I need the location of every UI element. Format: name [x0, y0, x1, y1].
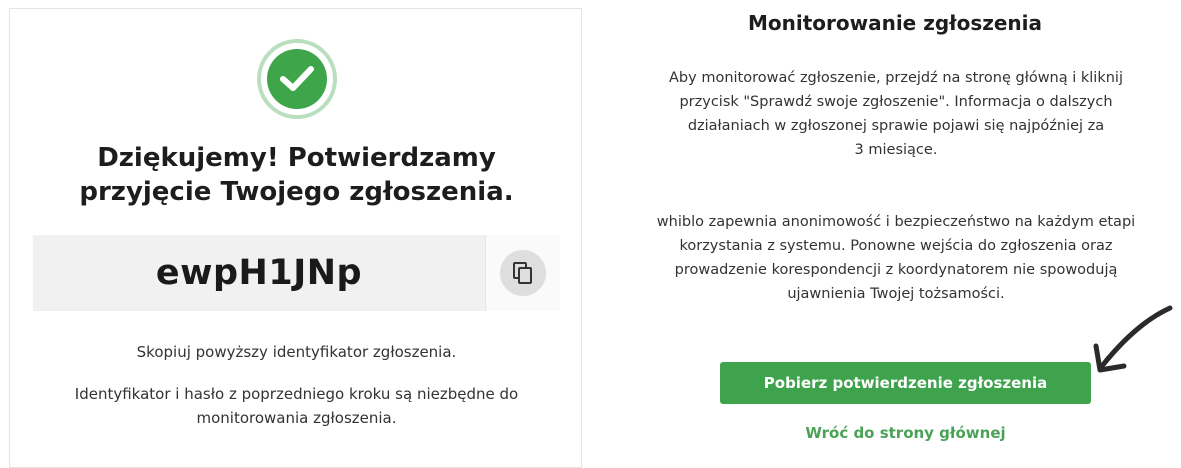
heading-line-2: przyjęcie Twojego zgłoszenia.	[79, 177, 514, 207]
report-id-box: ewpH1JNp	[33, 235, 560, 311]
anonymity-line-3: prowadzenie korespondencji z koordynator…	[674, 262, 1118, 278]
instructions-line-2: przycisk "Sprawdź swoje zgłoszenie". Inf…	[679, 94, 1113, 110]
instructions-line-1: Aby monitorować zgłoszenie, przejdź na s…	[669, 70, 1123, 86]
success-check-icon	[257, 39, 337, 119]
monitoring-title: Monitorowanie zgłoszenia	[747, 11, 1043, 35]
report-id[interactable]: ewpH1JNp	[33, 235, 485, 311]
anonymity-line-1: whiblo zapewnia anonimowość i bezpieczeń…	[656, 214, 1136, 230]
monitoring-instructions: Aby monitorować zgłoszenie, przejdź na s…	[632, 66, 1160, 162]
copy-button[interactable]	[500, 250, 546, 296]
back-to-home-link[interactable]: Wróć do strony głównej	[720, 424, 1091, 442]
hand-drawn-arrow-icon	[1093, 305, 1173, 373]
confirmation-heading: Dziękujemy! Potwierdzamy przyjęcie Twoje…	[10, 141, 583, 209]
note-line-1: Identyfikator i hasło z poprzedniego kro…	[74, 385, 519, 403]
download-confirmation-button[interactable]: Pobierz potwierdzenie zgłoszenia	[720, 362, 1091, 404]
copy-icon	[513, 262, 532, 284]
note-line-2: monitorowania zgłoszenia.	[196, 409, 397, 427]
instructions-line-3: działaniach w zgłoszonej sprawie pojawi …	[687, 118, 1105, 134]
copy-area	[485, 235, 560, 311]
anonymity-info: whiblo zapewnia anonimowość i bezpieczeń…	[612, 210, 1180, 306]
anonymity-line-2: korzystania z systemu. Ponowne wejścia d…	[679, 238, 1113, 254]
credentials-note: Identyfikator i hasło z poprzedniego kro…	[10, 382, 583, 430]
copy-hint: Skopiuj powyższy identyfikator zgłoszeni…	[136, 343, 457, 361]
heading-line-1: Dziękujemy! Potwierdzamy	[97, 143, 496, 173]
confirmation-card: Dziękujemy! Potwierdzamy przyjęcie Twoje…	[9, 8, 582, 468]
instructions-line-4: 3 miesiące.	[854, 142, 938, 158]
